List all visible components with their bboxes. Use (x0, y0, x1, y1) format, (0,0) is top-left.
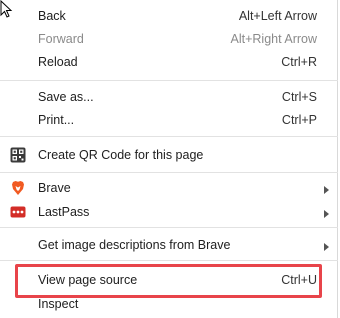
menu-item-label: Save as... (38, 90, 94, 104)
menu-item-label: Back (38, 9, 66, 23)
brave-lion-icon (12, 181, 24, 195)
menu-item-label: Inspect (38, 297, 79, 311)
menu-separator (0, 172, 338, 173)
menu-item-brave[interactable]: Brave (0, 177, 338, 200)
menu-item-save-as[interactable]: Save as... Ctrl+S (0, 86, 338, 109)
submenu-arrow-icon (324, 210, 329, 218)
menu-separator (0, 227, 338, 228)
submenu-arrow-icon (324, 186, 329, 194)
menu-item-label: Get image descriptions from Brave (38, 238, 231, 252)
menu-item-label: Create QR Code for this page (38, 148, 204, 162)
context-menu: Back Alt+Left Arrow Forward Alt+Right Ar… (0, 0, 338, 318)
menu-item-shortcut: Ctrl+S (281, 90, 317, 104)
menu-item-reload[interactable]: Reload Ctrl+R (0, 51, 338, 74)
menu-item-label: Print... (38, 113, 75, 127)
menu-item-label: LastPass (38, 205, 90, 219)
menu-separator (0, 260, 338, 261)
menu-item-forward: Forward Alt+Right Arrow (0, 28, 338, 51)
menu-separator (0, 136, 338, 137)
menu-item-lastpass[interactable]: LastPass (0, 201, 338, 224)
highlight-annotation-box (15, 264, 322, 298)
submenu-arrow-icon (324, 243, 329, 251)
menu-item-get-image-descriptions[interactable]: Get image descriptions from Brave (0, 234, 338, 257)
menu-item-shortcut: Ctrl+P (281, 113, 317, 127)
menu-item-shortcut: Alt+Right Arrow (230, 32, 318, 46)
menu-separator (0, 80, 338, 81)
qr-code-icon (10, 147, 26, 163)
lastpass-icon (10, 206, 26, 218)
menu-item-print[interactable]: Print... Ctrl+P (0, 109, 338, 132)
menu-item-label: Reload (38, 55, 78, 69)
menu-item-shortcut: Ctrl+R (281, 55, 317, 69)
menu-item-label: Brave (38, 181, 71, 195)
menu-item-shortcut: Alt+Left Arrow (238, 9, 317, 23)
menu-item-back[interactable]: Back Alt+Left Arrow (0, 5, 338, 28)
menu-item-create-qr-code[interactable]: Create QR Code for this page (0, 144, 338, 167)
menu-item-label: Forward (38, 32, 84, 46)
